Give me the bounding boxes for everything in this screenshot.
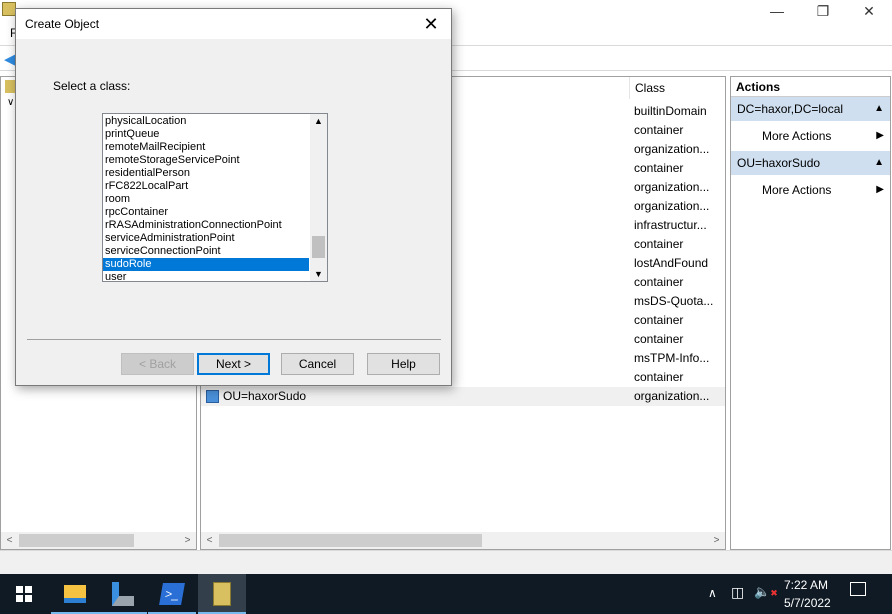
select-class-label: Select a class: <box>53 79 131 93</box>
submenu-arrow-icon: ▶ <box>876 184 884 195</box>
scroll-thumb[interactable] <box>312 236 325 258</box>
list-horizontal-scrollbar[interactable]: < > <box>201 532 725 549</box>
row-class: container <box>634 313 684 327</box>
class-listbox[interactable]: physicalLocation printQueue remoteMailReci… <box>102 113 328 282</box>
row-class: organization... <box>634 199 710 213</box>
server-manager-icon <box>112 582 134 606</box>
collapse-icon[interactable]: ▲ <box>874 151 884 175</box>
more-actions-label: More Actions <box>762 183 832 197</box>
listbox-vertical-scrollbar[interactable]: ▲ ▼ <box>310 114 327 281</box>
dialog-separator <box>27 339 441 340</box>
class-option[interactable]: rRASAdministrationConnectionPoint <box>103 219 309 232</box>
class-option[interactable]: remoteMailRecipient <box>103 141 309 154</box>
class-option[interactable]: user <box>103 271 309 281</box>
ou-icon <box>206 390 219 403</box>
row-class: lostAndFound <box>634 256 709 270</box>
taskbar-file-explorer[interactable] <box>51 574 99 614</box>
scroll-thumb[interactable] <box>19 534 134 547</box>
scroll-right-icon[interactable]: > <box>708 532 725 549</box>
class-option[interactable]: rpcContainer <box>103 206 309 219</box>
more-actions-domain[interactable]: More Actions ▶ <box>731 121 890 151</box>
column-header-class[interactable]: Class <box>629 77 726 99</box>
class-option[interactable]: remoteStorageServicePoint <box>103 154 309 167</box>
tree-expand-icon[interactable]: ∨ <box>7 97 14 108</box>
scroll-left-icon[interactable]: < <box>1 532 18 549</box>
row-class: container <box>634 123 684 137</box>
scroll-right-icon[interactable]: > <box>179 532 196 549</box>
section-label: DC=haxor,DC=local <box>737 102 844 116</box>
restore-button[interactable]: ❐ <box>800 0 846 22</box>
back-button[interactable]: < Back <box>121 353 194 375</box>
taskbar: >_ ∧ ◫ 🔈✖ 7:22 AM 5/7/2022 <box>0 574 892 614</box>
windows-icon <box>16 586 32 602</box>
next-button[interactable]: Next > <box>197 353 270 375</box>
status-bar <box>0 550 892 574</box>
class-option[interactable]: printQueue <box>103 128 309 141</box>
tree-horizontal-scrollbar[interactable]: < > <box>1 532 196 549</box>
scroll-down-icon[interactable]: ▼ <box>314 269 323 279</box>
more-actions-label: More Actions <box>762 129 832 143</box>
class-option[interactable]: serviceConnectionPoint <box>103 245 309 258</box>
class-option[interactable]: rFC822LocalPart <box>103 180 309 193</box>
action-section-domain[interactable]: DC=haxor,DC=local ▲ <box>731 97 890 121</box>
powershell-icon: >_ <box>159 583 185 605</box>
row-class: organization... <box>634 180 710 194</box>
submenu-arrow-icon: ▶ <box>876 130 884 141</box>
row-class: container <box>634 275 684 289</box>
taskbar-adsi-edit[interactable] <box>198 574 246 614</box>
row-class: container <box>634 237 684 251</box>
row-class: organization... <box>634 142 710 156</box>
taskbar-powershell[interactable]: >_ <box>148 574 196 614</box>
row-class: organization... <box>634 389 710 403</box>
row-class: container <box>634 370 684 384</box>
clock-time[interactable]: 7:22 AM <box>784 578 828 592</box>
row-class: container <box>634 161 684 175</box>
network-icon[interactable]: ◫ <box>731 584 744 601</box>
minimize-button[interactable]: — <box>754 0 800 22</box>
row-class: msDS-Quota... <box>634 294 714 308</box>
row-class: container <box>634 332 684 346</box>
class-option[interactable]: residentialPerson <box>103 167 309 180</box>
taskbar-server-manager[interactable] <box>99 574 147 614</box>
notifications-icon[interactable] <box>850 582 866 596</box>
class-option[interactable]: room <box>103 193 309 206</box>
class-option[interactable]: sudoRole <box>103 258 309 271</box>
table-row[interactable]: OU=haxorSudo organization... <box>201 387 725 406</box>
scroll-up-icon[interactable]: ▲ <box>314 116 323 126</box>
actions-title: Actions <box>731 77 890 97</box>
back-arrow-icon[interactable]: ◀ <box>4 50 16 68</box>
cancel-button[interactable]: Cancel <box>281 353 354 375</box>
scroll-left-icon[interactable]: < <box>201 532 218 549</box>
app-icon <box>2 2 16 16</box>
row-class: builtinDomain <box>634 104 707 118</box>
actions-pane: Actions DC=haxor,DC=local ▲ More Actions ▶… <box>730 76 891 550</box>
close-window-button[interactable]: ✕ <box>846 0 892 22</box>
dialog-title: Create Object <box>16 9 451 39</box>
start-button[interactable] <box>0 574 48 614</box>
help-button[interactable]: Help <box>367 353 440 375</box>
collapse-icon[interactable]: ▲ <box>874 97 884 121</box>
more-actions-ou[interactable]: More Actions ▶ <box>731 175 890 205</box>
show-hidden-icons[interactable]: ∧ <box>708 586 717 600</box>
folder-icon <box>64 585 86 603</box>
section-label: OU=haxorSudo <box>737 156 821 170</box>
adsi-edit-icon <box>213 582 231 606</box>
volume-muted-icon[interactable]: 🔈✖ <box>754 584 778 600</box>
dialog-close-button[interactable]: ✕ <box>411 9 451 39</box>
scroll-thumb[interactable] <box>219 534 482 547</box>
row-class: msTPM-Info... <box>634 351 710 365</box>
row-class: infrastructur... <box>634 218 707 232</box>
class-option[interactable]: physicalLocation <box>103 115 309 128</box>
class-option[interactable]: serviceAdministrationPoint <box>103 232 309 245</box>
clock-date[interactable]: 5/7/2022 <box>784 596 831 610</box>
create-object-dialog: Create Object ✕ Select a class: physical… <box>15 8 452 386</box>
row-name: OU=haxorSudo <box>223 389 307 403</box>
action-section-ou[interactable]: OU=haxorSudo ▲ <box>731 151 890 175</box>
